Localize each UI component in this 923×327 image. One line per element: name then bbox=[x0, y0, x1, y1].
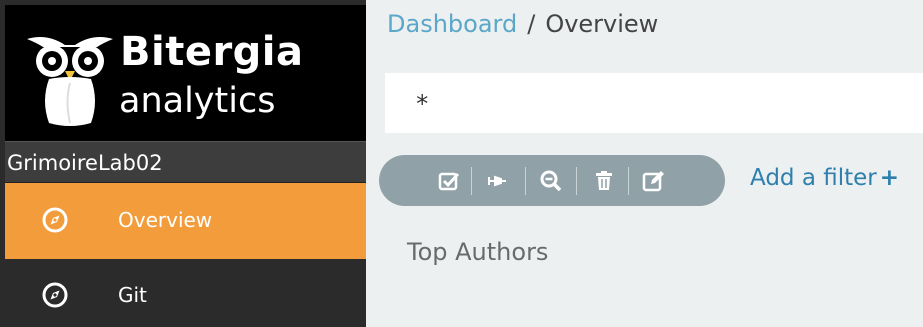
breadcrumb-dashboard-link[interactable]: Dashboard bbox=[387, 10, 517, 38]
add-filter-label: Add a filter bbox=[750, 165, 877, 191]
query-value: * bbox=[415, 90, 430, 118]
pill-divider bbox=[576, 167, 577, 195]
trash-icon[interactable] bbox=[591, 168, 617, 194]
brand-logo[interactable]: Bitergia analytics bbox=[5, 5, 366, 141]
pill-divider bbox=[628, 167, 629, 195]
add-filter-button[interactable]: Add a filter + bbox=[750, 165, 899, 191]
pill-divider bbox=[525, 167, 526, 195]
zoom-out-icon[interactable] bbox=[538, 168, 564, 194]
pill-divider bbox=[471, 167, 472, 195]
breadcrumb-separator: / bbox=[527, 10, 536, 38]
panel-title-top-authors: Top Authors bbox=[407, 238, 549, 266]
sidebar: Bitergia analytics GrimoireLab02 Overvie… bbox=[0, 0, 366, 327]
check-square-icon[interactable] bbox=[436, 168, 462, 194]
sidebar-item-label: Git bbox=[118, 283, 147, 307]
edit-icon[interactable] bbox=[641, 168, 667, 194]
sidebar-item-git[interactable]: Git bbox=[5, 259, 366, 327]
compass-icon bbox=[42, 282, 68, 308]
pin-icon[interactable] bbox=[483, 168, 509, 194]
instance-name: GrimoireLab02 bbox=[7, 151, 163, 175]
owl-logo-icon bbox=[27, 37, 113, 126]
instance-bar: GrimoireLab02 bbox=[5, 141, 366, 183]
query-input[interactable]: * bbox=[385, 73, 923, 133]
sidebar-item-label: Overview bbox=[118, 208, 213, 232]
brand-name: Bitergia bbox=[120, 29, 304, 75]
plus-icon: + bbox=[879, 165, 900, 191]
brand-subtitle: analytics bbox=[119, 81, 276, 121]
filter-actions-bar bbox=[379, 155, 725, 206]
breadcrumb-current: Overview bbox=[545, 10, 659, 38]
breadcrumb: Dashboard / Overview bbox=[387, 10, 658, 38]
sidebar-item-overview[interactable]: Overview bbox=[5, 183, 366, 259]
compass-icon bbox=[42, 207, 68, 233]
